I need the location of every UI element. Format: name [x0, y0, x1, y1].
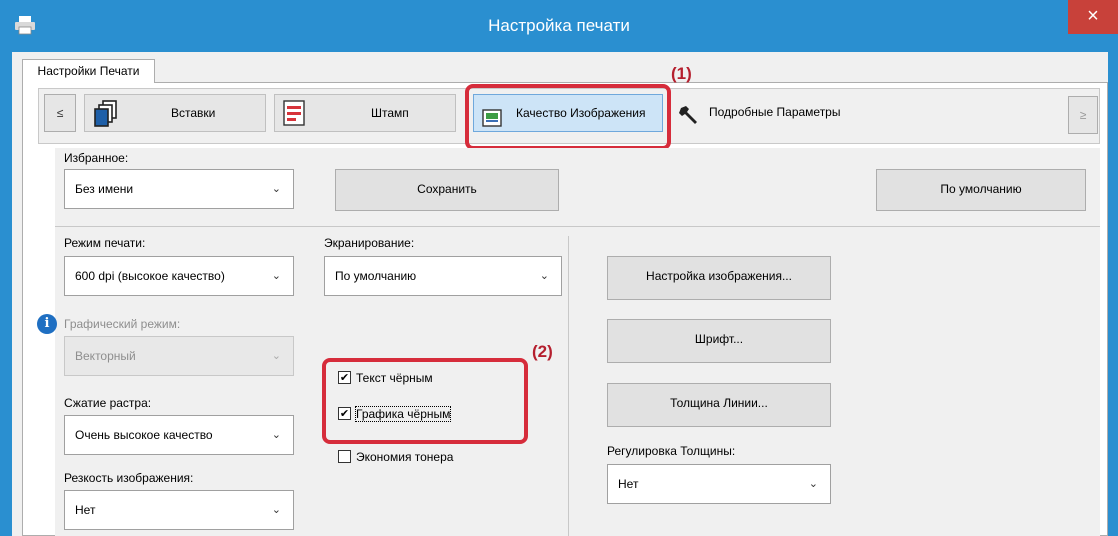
info-icon: i [37, 314, 57, 334]
stamp-icon [283, 100, 305, 140]
toner-save-label: Экономия тонера [356, 450, 454, 464]
highlight-image-quality-tab [465, 84, 671, 150]
section-divider [55, 226, 1100, 227]
font-button[interactable]: Шрифт... [607, 319, 831, 363]
chevron-down-icon: ⌄ [271, 350, 281, 362]
chevron-down-icon: ⌄ [271, 429, 281, 441]
wrench-icon [678, 103, 700, 139]
line-width-button[interactable]: Толщина Линии... [607, 383, 831, 427]
subtab-advanced[interactable]: Подробные Параметры [674, 94, 866, 132]
screening-value: По умолчанию [335, 269, 417, 283]
print-mode-value: 600 dpi (высокое качество) [75, 269, 225, 283]
image-adjust-button[interactable]: Настройка изображения... [607, 256, 831, 300]
copies-icon [93, 99, 119, 141]
favorites-value: Без имени [75, 182, 134, 196]
next-tabs-button[interactable]: ≥ [1068, 96, 1098, 134]
toner-save-checkbox[interactable] [338, 450, 351, 463]
print-mode-label: Режим печати: [64, 236, 146, 250]
raster-compression-label: Сжатие растра: [64, 396, 152, 410]
sharpness-select[interactable]: Нет ⌄ [64, 490, 294, 530]
close-button[interactable]: × [1068, 0, 1118, 34]
window-title: Настройка печати [488, 16, 630, 35]
favorites-label: Избранное: [64, 151, 129, 165]
subtab-label: Вставки [171, 106, 216, 120]
sharpness-value: Нет [75, 503, 96, 517]
raster-compression-select[interactable]: Очень высокое качество ⌄ [64, 415, 294, 455]
annotation-label-2: (2) [532, 342, 553, 361]
thickness-select[interactable]: Нет ⌄ [607, 464, 831, 504]
graphics-mode-label: Графический режим: [64, 317, 181, 331]
tab-print-settings[interactable]: Настройки Печати [22, 59, 155, 83]
graphics-mode-value: Векторный [75, 349, 136, 363]
raster-compression-value: Очень высокое качество [75, 428, 213, 442]
graphics-black-label: Графика чёрным [354, 406, 452, 422]
graphics-mode-select[interactable]: Векторный ⌄ [64, 336, 294, 376]
graphics-black-checkbox[interactable]: ✔ [338, 407, 351, 420]
chevron-down-icon: ⌄ [271, 504, 281, 516]
sharpness-label: Резкость изображения: [64, 471, 194, 485]
restore-defaults-button[interactable]: По умолчанию [876, 169, 1086, 211]
chevron-down-icon: ⌄ [539, 270, 549, 282]
subtab-label: Штамп [371, 106, 409, 120]
prev-tabs-button[interactable]: ≤ [44, 94, 76, 132]
thickness-label: Регулировка Толщины: [607, 444, 736, 458]
subtab-stamp[interactable]: Штамп [274, 94, 456, 132]
subtab-label: Подробные Параметры [709, 105, 841, 119]
chevron-down-icon: ⌄ [808, 478, 818, 490]
screening-select[interactable]: По умолчанию ⌄ [324, 256, 562, 296]
column-divider [568, 236, 569, 536]
annotation-label-1: (1) [671, 64, 692, 83]
text-black-label: Текст чёрным [356, 371, 433, 385]
thickness-value: Нет [618, 477, 639, 491]
chevron-down-icon: ⌄ [271, 183, 281, 195]
screening-label: Экранирование: [324, 236, 415, 250]
favorites-select[interactable]: Без имени ⌄ [64, 169, 294, 209]
chevron-down-icon: ⌄ [271, 270, 281, 282]
print-mode-select[interactable]: 600 dpi (высокое качество) ⌄ [64, 256, 294, 296]
text-black-checkbox[interactable]: ✔ [338, 371, 351, 384]
save-favorite-button[interactable]: Сохранить [335, 169, 559, 211]
subtab-inserts[interactable]: Вставки [84, 94, 266, 132]
